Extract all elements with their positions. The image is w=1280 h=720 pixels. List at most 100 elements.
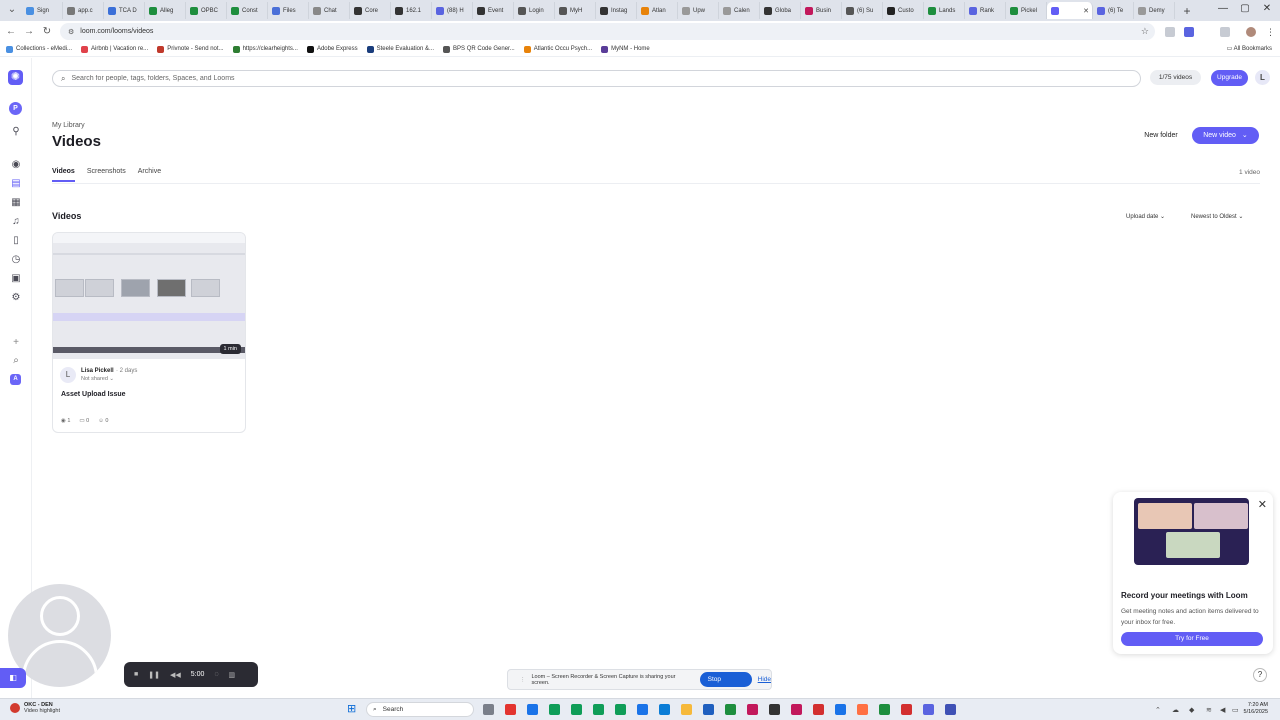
taskbar-app-icon[interactable] [725, 704, 736, 715]
bookmark-item[interactable]: Privnote - Send not... [157, 45, 224, 53]
tray-app-icon[interactable]: ◆ [1189, 706, 1194, 714]
browser-tab[interactable]: Rank [965, 2, 1006, 19]
browser-tab[interactable]: Files [268, 2, 309, 19]
taskbar-app-icon[interactable] [703, 704, 714, 715]
profile-avatar[interactable] [1246, 27, 1256, 37]
back-button[interactable]: ← [2, 26, 20, 37]
browser-tab[interactable]: Demy [1134, 2, 1175, 19]
browser-tab[interactable]: Sign [22, 2, 63, 19]
taskbar-app-icon[interactable] [945, 704, 956, 715]
browser-tab[interactable]: Custo [883, 2, 924, 19]
hide-banner-link[interactable]: Hide [758, 676, 771, 683]
gift-icon[interactable]: ▣ [10, 273, 22, 285]
library-icon[interactable]: ▤ [10, 178, 22, 190]
taskbar-app-icon[interactable] [483, 704, 494, 715]
taskbar-app-icon[interactable] [857, 704, 868, 715]
close-tab-icon[interactable]: ✕ [1083, 7, 1089, 15]
loom-logo-icon[interactable]: ✺ [8, 70, 23, 85]
space-avatar[interactable]: A [10, 374, 21, 385]
tab-archive[interactable]: Archive [138, 168, 161, 182]
bookmark-item[interactable]: BPS QR Code Gener... [443, 45, 515, 53]
tray-chevron-icon[interactable]: ⌃ [1155, 706, 1161, 714]
browser-tab[interactable]: Event [473, 2, 514, 19]
sort-field-dropdown[interactable]: Upload date ⌄ [1126, 210, 1165, 224]
tab-videos[interactable]: Videos [52, 168, 75, 182]
taskbar-app-icon[interactable] [615, 704, 626, 715]
close-icon[interactable]: ✕ [1258, 498, 1267, 511]
minimize-button[interactable]: — [1216, 3, 1230, 14]
onedrive-icon[interactable]: ☁ [1172, 706, 1179, 714]
extensions-puzzle-icon[interactable] [1220, 27, 1230, 37]
try-for-free-button[interactable]: Try for Free [1121, 632, 1263, 646]
taskbar-app-icon[interactable] [879, 704, 890, 715]
drag-handle-icon[interactable]: ⋮ [520, 677, 526, 683]
new-tab-button[interactable]: + [1179, 3, 1195, 19]
speaker-icon[interactable]: ◀ [1220, 706, 1225, 714]
pause-icon[interactable]: ❚❚ [148, 671, 160, 679]
battery-icon[interactable]: ▭ [1232, 706, 1239, 714]
browser-tab[interactable]: OPBC [186, 2, 227, 19]
delete-icon[interactable]: ▥ [229, 671, 236, 679]
library-search-bar[interactable]: ⌕ [52, 70, 1141, 87]
workspace-avatar[interactable]: P [9, 102, 22, 115]
browser-tab[interactable]: ✕ [1047, 2, 1093, 19]
bookmark-item[interactable]: Adobe Express [306, 45, 358, 53]
bookmark-item[interactable]: Steele Evaluation &... [366, 45, 434, 53]
browser-tab[interactable]: app.c [63, 2, 104, 19]
browser-tab[interactable]: Atlan [637, 2, 678, 19]
taskbar-app-icon[interactable] [549, 704, 560, 715]
browser-tab[interactable]: (88) H [432, 2, 473, 19]
annotate-icon[interactable]: ◌ [214, 671, 218, 678]
search-spaces-icon[interactable]: ⌕ [10, 355, 22, 367]
taskbar-app-icon[interactable] [659, 704, 670, 715]
browser-tab[interactable]: Core [350, 2, 391, 19]
bookmark-item[interactable]: Collections - eMedi... [6, 45, 72, 53]
taskbar-app-icon[interactable] [505, 704, 516, 715]
weather-widget[interactable]: OKC - DEN Video highlight [10, 702, 60, 714]
browser-tab[interactable]: Alleg [145, 2, 186, 19]
notifications-bell-icon[interactable]: ♫ [10, 216, 22, 228]
browser-tab[interactable]: Busin [801, 2, 842, 19]
restart-icon[interactable]: ◀◀ [170, 671, 181, 679]
close-window-button[interactable]: ✕ [1260, 3, 1274, 14]
share-status-dropdown[interactable]: Not shared ⌄ [81, 376, 114, 382]
invite-user-icon[interactable]: ⚲ [10, 126, 22, 138]
taskbar-search[interactable]: ⌕ Search [366, 702, 474, 717]
bookmark-item[interactable]: Atlantic Occu Psych... [523, 45, 592, 53]
taskbar-app-icon[interactable] [593, 704, 604, 715]
all-bookmarks-button[interactable]: ▭ All Bookmarks [1227, 45, 1272, 52]
user-avatar[interactable]: L [1255, 70, 1270, 85]
bookmark-item[interactable]: Airbnb | Vacation re... [81, 45, 148, 53]
browser-tab[interactable]: (6) Te [1093, 2, 1134, 19]
browser-tab[interactable]: Pickel [1006, 2, 1047, 19]
taskbar-app-icon[interactable] [637, 704, 648, 715]
browser-menu-icon[interactable]: ⋮ [1266, 27, 1276, 37]
taskbar-app-icon[interactable] [571, 704, 582, 715]
tab-screenshots[interactable]: Screenshots [87, 168, 126, 182]
browser-tab[interactable]: TCA D [104, 2, 145, 19]
loom-recorder-tab[interactable]: ◧ [0, 668, 26, 688]
taskbar-app-icon[interactable] [769, 704, 780, 715]
taskbar-app-icon[interactable] [813, 704, 824, 715]
browser-tab[interactable]: MyH [555, 2, 596, 19]
browser-tab[interactable]: Lands [924, 2, 965, 19]
sort-order-dropdown[interactable]: Newest to Oldest ⌄ [1191, 210, 1243, 224]
breadcrumb[interactable]: My Library [52, 122, 85, 129]
taskbar-app-icon[interactable] [835, 704, 846, 715]
stop-sharing-button[interactable]: Stop sharing [699, 672, 752, 698]
browser-tab[interactable]: Instag [596, 2, 637, 19]
bookmark-item[interactable]: https://clearheights... [232, 45, 298, 53]
taskbar-app-icon[interactable] [923, 704, 934, 715]
browser-tab[interactable]: Globa [760, 2, 801, 19]
extension-icon[interactable] [1184, 27, 1194, 37]
video-title[interactable]: Asset Upload Issue [61, 391, 126, 398]
profile-icon[interactable]: ◉ [10, 159, 22, 171]
url-bar[interactable]: ⚙ loom.com/looms/videos ☆ [60, 23, 1155, 40]
video-thumbnail[interactable]: 1 min [53, 233, 245, 359]
browser-tab[interactable]: (6) Su [842, 2, 883, 19]
taskbar-app-icon[interactable] [747, 704, 758, 715]
new-video-button[interactable]: New video ⌄ [1192, 127, 1259, 144]
tab-search-icon[interactable]: ⌄ [6, 4, 18, 16]
browser-tab[interactable]: 162.1 [391, 2, 432, 19]
maximize-button[interactable]: ▢ [1238, 3, 1252, 14]
